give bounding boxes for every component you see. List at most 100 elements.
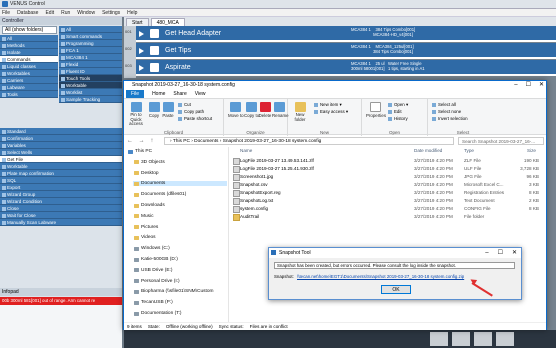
- command-item[interactable]: Standard: [0, 128, 122, 135]
- play-icon[interactable]: [139, 48, 144, 54]
- controller-category-item[interactable]: Worktables: [0, 70, 58, 77]
- command-item[interactable]: Manually Scan Labware: [0, 219, 122, 226]
- nav-item[interactable]: TecanUSB (P:): [133, 300, 227, 305]
- tab-start[interactable]: Start: [126, 18, 149, 26]
- nav-item[interactable]: Biopharma (\\sfile01\SNM\Custom: [133, 289, 227, 294]
- ribbon-tab-home[interactable]: Home: [152, 91, 165, 97]
- copy-path-button[interactable]: Copy path: [178, 109, 204, 114]
- nav-arrows[interactable]: ← → ↑: [127, 138, 157, 144]
- ribbon-tab-file[interactable]: File: [126, 90, 145, 98]
- nav-item[interactable]: USB Drive (E:): [133, 268, 227, 273]
- easy-access-button[interactable]: Easy access ▾: [314, 109, 348, 115]
- tab-480-mca[interactable]: 480_MCA: [150, 18, 185, 26]
- command-item[interactable]: Get File: [0, 156, 122, 163]
- command-item[interactable]: Close: [0, 205, 122, 212]
- controller-subcategory-item[interactable]: Smart commands: [59, 33, 122, 40]
- step-get-head-adapter[interactable]: Get Head Adapter MCA384 1 384 Tips Combo…: [136, 26, 556, 42]
- command-item[interactable]: Export: [0, 184, 122, 191]
- controller-subcategory-item[interactable]: Sample Tracking: [59, 96, 122, 103]
- nav-item[interactable]: This PC: [127, 149, 227, 154]
- paste-button[interactable]: Paste: [162, 102, 174, 118]
- play-icon[interactable]: [139, 31, 144, 37]
- copy-button[interactable]: Copy: [148, 102, 160, 118]
- move-to-button[interactable]: Move to: [228, 102, 244, 118]
- pin-quick-access-button[interactable]: Pin to Quick access: [126, 102, 146, 127]
- command-item[interactable]: Plate map confirmation: [0, 170, 122, 177]
- menu-file[interactable]: File: [2, 10, 10, 16]
- new-folder-button[interactable]: New folder: [292, 102, 308, 122]
- ribbon-tab-view[interactable]: View: [195, 91, 206, 97]
- edit-button[interactable]: Edit: [388, 109, 402, 114]
- controller-subcategory-item[interactable]: Flexid: [59, 61, 122, 68]
- rename-button[interactable]: Rename: [272, 102, 289, 118]
- nav-item[interactable]: Documents: [133, 181, 227, 187]
- open-button[interactable]: Open ▾: [388, 102, 408, 108]
- maximize-icon[interactable]: ☐: [526, 81, 531, 90]
- controller-subcategory-item[interactable]: Fluent ID: [59, 68, 122, 75]
- new-item-button[interactable]: New item ▾: [314, 102, 342, 108]
- snapshot-link[interactable]: \\tecan.net\home\EGT1\Documents\Snapshot…: [297, 274, 464, 279]
- controller-subcategory-item[interactable]: All: [59, 26, 122, 33]
- history-button[interactable]: History: [388, 116, 408, 121]
- address-bar[interactable]: › This PC › Documents › Snapshot 2019-03…: [164, 137, 454, 145]
- menu-run[interactable]: Run: [61, 10, 70, 16]
- column-name[interactable]: Name: [240, 148, 252, 153]
- command-item[interactable]: Variables: [0, 142, 122, 149]
- command-item[interactable]: Select Wells: [0, 149, 122, 156]
- nav-item[interactable]: Videos: [133, 235, 227, 240]
- command-item[interactable]: Worktable: [0, 163, 122, 170]
- file-row[interactable]: system.config 3/27/2019 4:20 PM CONFIG Fil…: [231, 205, 546, 213]
- column-date[interactable]: Date modified: [414, 148, 442, 153]
- copy-to-button[interactable]: Copy to: [244, 102, 259, 118]
- file-row[interactable]: Snapshot.csv 3/27/2019 4:20 PM Microsoft E…: [231, 181, 546, 189]
- step-get-tips[interactable]: Get Tips MCA384 1 MCA384_125ul[001] 384 …: [136, 43, 556, 59]
- file-row[interactable]: SnapshotLog.txt 3/27/2019 4:20 PM Text Doc…: [231, 197, 546, 205]
- controller-subcategory-item[interactable]: Worktable: [59, 82, 122, 89]
- menu-window[interactable]: Window: [77, 10, 95, 16]
- step-aspirate[interactable]: Aspirate MCA384 1 25 ul Water Free Singl…: [136, 60, 556, 76]
- command-item[interactable]: Wizard Condition: [0, 198, 122, 205]
- file-row[interactable]: Screenshot1.jpg 3/27/2019 4:20 PM JPG File…: [231, 173, 546, 181]
- delete-button[interactable]: Delete: [258, 102, 272, 118]
- nav-item[interactable]: Music: [133, 214, 227, 219]
- controller-category-item[interactable]: Carriers: [0, 77, 58, 84]
- search-input[interactable]: Search Snapshot 2019-03-27_16-...: [458, 137, 544, 145]
- controller-category-item[interactable]: Methods: [0, 42, 58, 49]
- command-item[interactable]: Confirmation: [0, 135, 122, 142]
- column-type[interactable]: Type: [464, 148, 474, 153]
- command-item[interactable]: Wait for Close: [0, 212, 122, 219]
- menu-database[interactable]: Database: [17, 10, 38, 16]
- invert-selection-button[interactable]: Invert selection: [432, 116, 468, 121]
- maximize-icon[interactable]: ☐: [498, 248, 503, 258]
- minimize-icon[interactable]: –: [485, 248, 488, 258]
- nav-item[interactable]: Personal Drive (I:): [133, 279, 227, 284]
- controller-category-item[interactable]: Labware: [0, 84, 58, 91]
- paste-shortcut-button[interactable]: Paste shortcut: [178, 116, 212, 121]
- file-row[interactable]: AuditTrail 3/27/2019 4:20 PM File folder: [231, 213, 546, 221]
- file-row[interactable]: SnapshotExport.reg 3/27/2019 4:20 PM Regis…: [231, 189, 546, 197]
- controller-category-item[interactable]: Isolate: [0, 49, 58, 56]
- controller-category-item[interactable]: All: [0, 35, 58, 42]
- nav-item[interactable]: 3D Objects: [133, 160, 227, 165]
- close-icon[interactable]: ✕: [512, 248, 517, 258]
- file-row[interactable]: LogFile 2019-03-27 15.25.41.930.zlf 3/27/…: [231, 165, 546, 173]
- controller-category-item[interactable]: Tools: [0, 91, 58, 98]
- command-item[interactable]: Wizard Group: [0, 191, 122, 198]
- controller-subcategory-item[interactable]: Touch Tools: [59, 75, 122, 82]
- menu-help[interactable]: Help: [127, 10, 137, 16]
- menu-edit[interactable]: Edit: [45, 10, 54, 16]
- nav-item[interactable]: Katie-500GB (D:): [133, 257, 227, 262]
- ok-button[interactable]: OK: [381, 285, 411, 294]
- select-all-button[interactable]: Select all: [432, 102, 456, 107]
- nav-item[interactable]: Documentation (T:): [133, 311, 227, 316]
- cut-button[interactable]: Cut: [178, 102, 191, 107]
- file-row[interactable]: LogFile 2019-03-27 13.49.53.141.zlf 3/27/…: [231, 157, 546, 165]
- controller-filter-select[interactable]: All (show folders): [2, 26, 57, 34]
- controller-category-item[interactable]: Commands: [0, 56, 58, 63]
- controller-subcategory-item[interactable]: Programming: [59, 40, 122, 47]
- nav-item[interactable]: Windows (C:): [133, 246, 227, 251]
- nav-item[interactable]: Desktop: [133, 171, 227, 176]
- command-item[interactable]: SQL: [0, 177, 122, 184]
- infopad-error-message[interactable]: 00b 300ml 581[001] out of range. Arm can…: [0, 297, 122, 305]
- nav-item[interactable]: Downloads: [133, 203, 227, 208]
